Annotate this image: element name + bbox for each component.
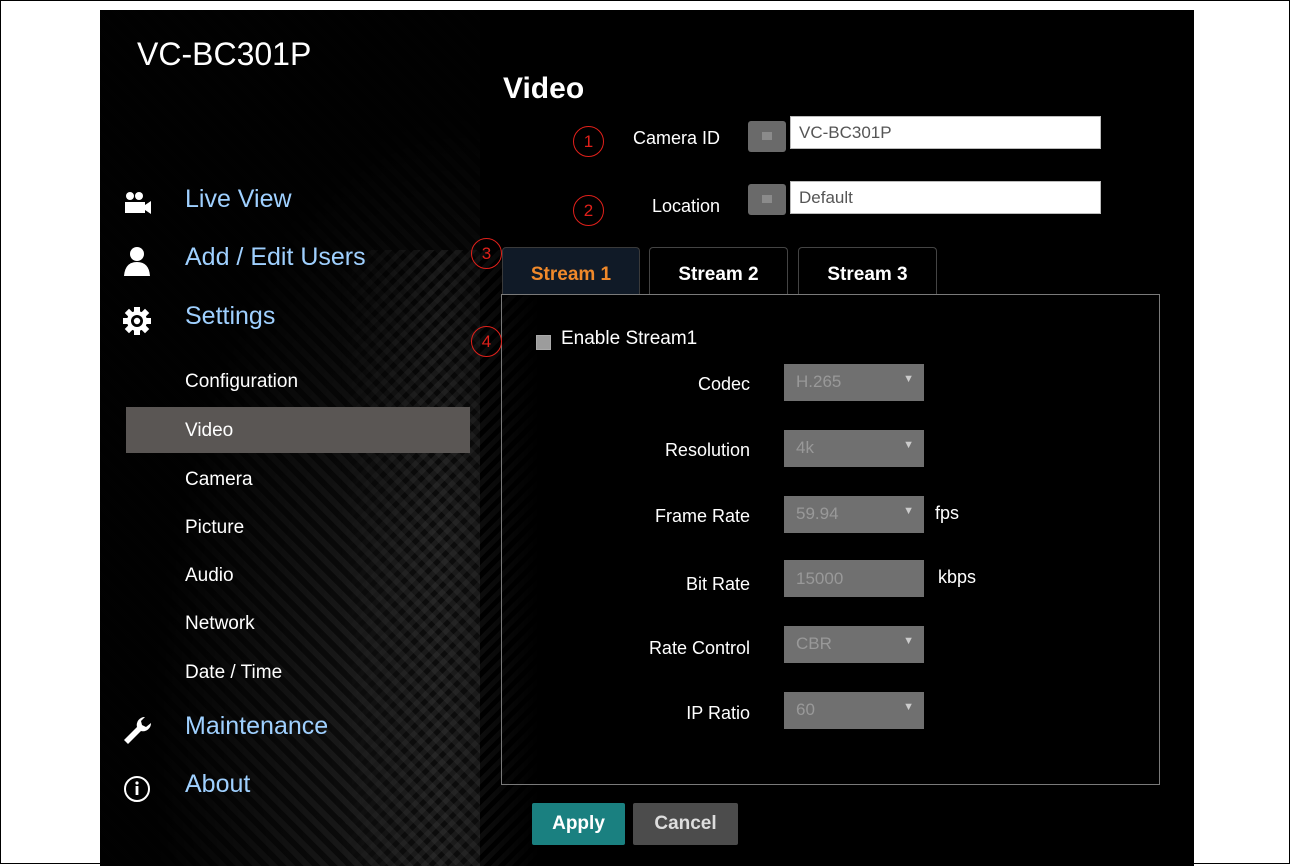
- ip-ratio-value: 60: [796, 700, 815, 719]
- camera-id-label: Camera ID: [632, 128, 720, 148]
- location-label: Location: [651, 196, 720, 216]
- codec-select[interactable]: H.265 ▼: [784, 364, 924, 401]
- gear-icon: [123, 307, 151, 335]
- callout-marker: 3: [471, 238, 502, 269]
- rate-control-select[interactable]: CBR ▼: [784, 626, 924, 663]
- frame-rate-unit: fps: [935, 503, 960, 523]
- wrench-icon: [124, 716, 152, 744]
- users-camera-icon: [125, 192, 151, 214]
- tab-stream-3[interactable]: Stream 3: [798, 247, 937, 295]
- sub-nav-video[interactable]: Video: [185, 420, 233, 442]
- callout-marker: 2: [573, 195, 604, 226]
- bit-rate-label: Bit Rate: [685, 574, 750, 594]
- dropdown-arrow-icon: ▼: [903, 505, 914, 517]
- camera-id-input[interactable]: [790, 116, 1101, 149]
- ip-ratio-select[interactable]: 60 ▼: [784, 692, 924, 729]
- dropdown-arrow-icon: ▼: [903, 373, 914, 385]
- sub-nav-audio[interactable]: Audio: [185, 565, 234, 587]
- dropdown-arrow-icon: ▼: [903, 439, 914, 451]
- rate-control-label: Rate Control: [648, 638, 750, 658]
- rate-control-value: CBR: [796, 634, 832, 653]
- nav-add-edit-users[interactable]: Add / Edit Users: [124, 243, 366, 276]
- nav-label: Add / Edit Users: [185, 243, 366, 271]
- nav-label: Maintenance: [185, 712, 329, 740]
- location-input[interactable]: [790, 181, 1101, 214]
- cancel-button[interactable]: Cancel: [633, 803, 738, 845]
- nav-label: Settings: [185, 302, 276, 330]
- nav-about[interactable]: About: [124, 770, 251, 802]
- location-icon-button[interactable]: [748, 184, 786, 215]
- resolution-label: Resolution: [664, 440, 750, 460]
- sub-nav-picture[interactable]: Picture: [185, 517, 244, 539]
- dropdown-arrow-icon: ▼: [903, 701, 914, 713]
- nav-settings[interactable]: Settings: [123, 302, 276, 335]
- frame-rate-value: 59.94: [796, 504, 839, 523]
- enable-stream-label: Enable Stream1: [561, 328, 698, 349]
- frame-rate-label: Frame Rate: [654, 506, 750, 526]
- sub-nav-camera[interactable]: Camera: [185, 469, 253, 491]
- dropdown-arrow-icon: ▼: [903, 635, 914, 647]
- sub-nav-date-time[interactable]: Date / Time: [185, 662, 282, 684]
- ip-ratio-label: IP Ratio: [686, 703, 750, 723]
- codec-value: H.265: [796, 372, 842, 391]
- frame-rate-select[interactable]: 59.94 ▼: [784, 496, 924, 533]
- enable-stream-checkbox[interactable]: [536, 335, 551, 350]
- sub-nav-configuration[interactable]: Configuration: [185, 371, 298, 393]
- bit-rate-unit: kbps: [938, 567, 977, 587]
- nav-label: Live View: [185, 185, 292, 213]
- page-title: Video: [503, 72, 585, 105]
- resolution-value: 4k: [796, 438, 814, 457]
- bit-rate-input[interactable]: [784, 560, 924, 597]
- user-icon: [124, 247, 150, 276]
- callout-marker: 4: [471, 326, 502, 357]
- info-icon: [124, 776, 150, 802]
- resolution-select[interactable]: 4k ▼: [784, 430, 924, 467]
- product-name: VC-BC301P: [137, 36, 312, 72]
- codec-label: Codec: [697, 374, 750, 394]
- nav-label: About: [185, 770, 251, 798]
- tab-stream-2[interactable]: Stream 2: [649, 247, 788, 295]
- tab-stream-1[interactable]: Stream 1: [502, 247, 640, 295]
- sub-nav-network[interactable]: Network: [185, 613, 255, 635]
- camera-web-ui: VC-BC301P Video Live View Add / Edit Use…: [100, 10, 1194, 866]
- apply-button[interactable]: Apply: [532, 803, 625, 845]
- sub-nav-active-highlight: [126, 407, 470, 453]
- callout-marker: 1: [573, 126, 604, 157]
- nav-live-view[interactable]: Live View: [125, 185, 292, 214]
- camera-id-icon-button[interactable]: [748, 121, 786, 152]
- nav-maintenance[interactable]: Maintenance: [124, 712, 329, 744]
